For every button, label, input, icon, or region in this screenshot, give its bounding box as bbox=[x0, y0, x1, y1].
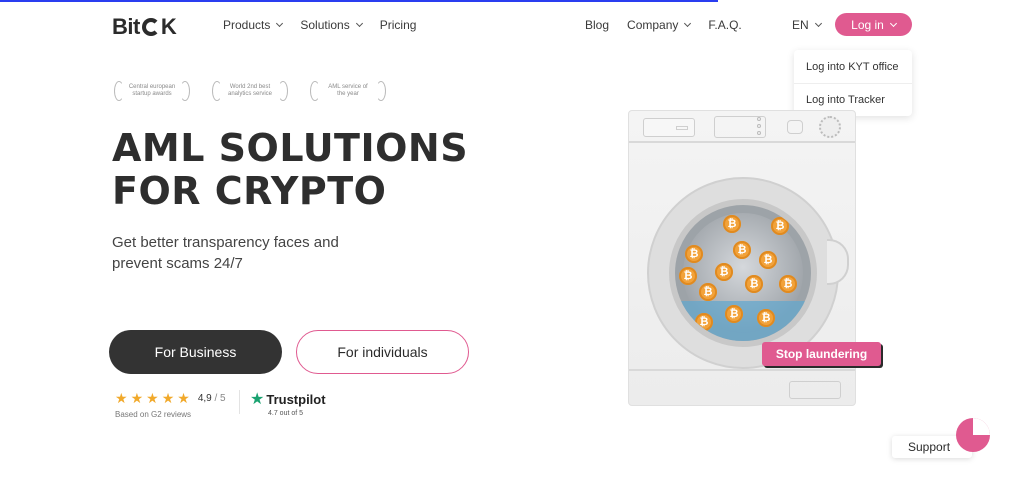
rating-score: 4,9 / 5 bbox=[198, 393, 226, 404]
nav-products-label: Products bbox=[223, 18, 271, 32]
awards-row: Central european startup awards World 2n… bbox=[114, 80, 386, 102]
nav-products[interactable]: Products bbox=[223, 18, 284, 32]
nav-blog[interactable]: Blog bbox=[585, 18, 609, 32]
award-badge: AML service of the year bbox=[310, 80, 386, 102]
trustpilot-rating[interactable]: ★ Trustpilot 4.7 out of 5 bbox=[250, 389, 326, 417]
nav-blog-label: Blog bbox=[585, 18, 610, 32]
trustpilot-name: Trustpilot bbox=[266, 391, 326, 407]
bitcoin-coin-icon: ₿ bbox=[745, 275, 763, 293]
login-dropdown-menu: Log into KYT office Log into Tracker bbox=[794, 50, 912, 116]
hero-subtitle-line2: prevent scams 24/7 bbox=[112, 255, 243, 272]
rating-score-max: / 5 bbox=[214, 393, 226, 404]
bitcoin-coin-icon: ₿ bbox=[695, 313, 713, 331]
nav-solutions-label: Solutions bbox=[300, 18, 350, 32]
login-button[interactable]: Log in bbox=[835, 13, 912, 36]
star-icon: ★ bbox=[161, 390, 175, 406]
star-icon: ★ bbox=[177, 390, 190, 406]
bitcoin-coin-icon: ₿ bbox=[779, 275, 797, 293]
nav-faq[interactable]: F.A.Q. bbox=[708, 18, 741, 32]
machine-dial-knob bbox=[819, 116, 841, 138]
laurel-icon bbox=[114, 81, 124, 101]
stop-laundering-button[interactable]: Stop laundering bbox=[762, 342, 881, 366]
trustpilot-logo: ★ Trustpilot bbox=[250, 389, 326, 409]
star-rating: ★ ★ ★ ★ ★ 4,9 / 5 bbox=[115, 390, 226, 407]
laurel-icon bbox=[278, 81, 288, 101]
hero-title-line2: FOR CRYPTO bbox=[112, 169, 387, 213]
g2-rating: ★ ★ ★ ★ ★ 4,9 / 5 Based on G2 reviews bbox=[115, 390, 226, 419]
logo-o-mark-icon bbox=[141, 18, 160, 36]
machine-control-panel bbox=[629, 111, 855, 143]
machine-door: ₿ ₿ ₿ ₿ ₿ ₿ ₿ ₿ ₿ ₿ ₿ ₿ ₿ bbox=[647, 177, 839, 369]
laurel-icon bbox=[212, 81, 222, 101]
laurel-icon bbox=[180, 81, 190, 101]
rating-source: Based on G2 reviews bbox=[115, 410, 192, 419]
detergent-drawer bbox=[643, 118, 695, 137]
hero-title-line1: AML SOLUTIONS bbox=[112, 126, 469, 170]
door-hinge bbox=[827, 239, 849, 285]
bitcoin-coin-icon: ₿ bbox=[757, 309, 775, 327]
menu-item-login-kyt[interactable]: Log into KYT office bbox=[794, 50, 912, 83]
chevron-down-icon bbox=[276, 19, 284, 28]
nav-solutions[interactable]: Solutions bbox=[300, 18, 363, 32]
chevron-down-icon bbox=[684, 19, 692, 28]
hero-title: AML SOLUTIONS FOR CRYPTO bbox=[112, 127, 532, 213]
hero-subtitle-line1: Get better transparency faces and bbox=[112, 234, 339, 251]
award-text: World 2nd best analytics service bbox=[227, 84, 272, 97]
chevron-down-icon bbox=[889, 19, 897, 27]
bitcoin-coin-icon: ₿ bbox=[733, 241, 751, 259]
machine-small-knob bbox=[787, 120, 803, 134]
award-badge: World 2nd best analytics service bbox=[212, 80, 288, 102]
chevron-down-icon bbox=[355, 19, 363, 28]
login-button-label: Log in bbox=[851, 17, 884, 32]
trustpilot-star-icon: ★ bbox=[250, 391, 265, 408]
chevron-down-icon bbox=[814, 19, 822, 28]
bitcoin-coin-icon: ₿ bbox=[725, 305, 743, 323]
machine-buttons bbox=[757, 117, 761, 135]
machine-base-line bbox=[629, 369, 855, 371]
bitcoin-coin-icon: ₿ bbox=[759, 251, 777, 269]
machine-filter-cover bbox=[789, 381, 841, 399]
bitok-logo[interactable]: Bit K bbox=[112, 14, 177, 40]
laurel-icon bbox=[310, 81, 320, 101]
rating-score-value: 4,9 bbox=[197, 393, 212, 404]
support-chat-icon[interactable] bbox=[956, 418, 990, 452]
laurel-icon bbox=[376, 81, 386, 101]
award-text: Central european startup awards bbox=[128, 84, 176, 97]
award-badge: Central european startup awards bbox=[114, 80, 190, 102]
star-icon: ★ bbox=[115, 390, 128, 406]
divider bbox=[239, 390, 240, 414]
trustpilot-score: 4.7 out of 5 bbox=[268, 410, 304, 417]
star-icon: ★ bbox=[146, 390, 159, 406]
logo-text-suffix: K bbox=[160, 14, 177, 39]
bitcoin-coin-icon: ₿ bbox=[771, 217, 789, 235]
nav-pricing-label: Pricing bbox=[379, 18, 417, 32]
logo-text-prefix: Bit bbox=[112, 14, 140, 39]
award-text: AML service of the year bbox=[328, 84, 368, 97]
nav-pricing[interactable]: Pricing bbox=[380, 18, 417, 32]
star-icon: ★ bbox=[130, 390, 144, 406]
bitcoin-coin-icon: ₿ bbox=[723, 215, 741, 233]
main-nav-left: Products Solutions Pricing bbox=[223, 18, 416, 32]
language-label: EN bbox=[792, 18, 809, 32]
bitcoin-coin-icon: ₿ bbox=[699, 283, 717, 301]
page-progress-bar bbox=[0, 0, 718, 2]
nav-faq-label: F.A.Q. bbox=[708, 18, 742, 32]
bitcoin-coin-icon: ₿ bbox=[679, 267, 697, 285]
for-business-button[interactable]: For Business bbox=[109, 330, 282, 374]
hero-subtitle: Get better transparency faces and preven… bbox=[112, 232, 392, 274]
for-individuals-button[interactable]: For individuals bbox=[296, 330, 469, 374]
bitcoin-coin-icon: ₿ bbox=[685, 245, 703, 263]
machine-window: ₿ ₿ ₿ ₿ ₿ ₿ ₿ ₿ ₿ ₿ ₿ ₿ ₿ bbox=[669, 199, 817, 347]
nav-company-label: Company bbox=[627, 18, 679, 32]
nav-company[interactable]: Company bbox=[627, 18, 692, 32]
bitcoin-coin-icon: ₿ bbox=[715, 263, 733, 281]
main-nav-right: Blog Company F.A.Q. bbox=[585, 18, 742, 32]
language-selector[interactable]: EN bbox=[792, 18, 822, 32]
